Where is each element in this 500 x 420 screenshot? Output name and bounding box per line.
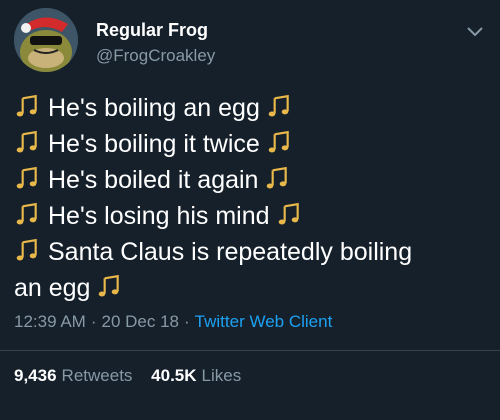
tweet-client-link[interactable]: Twitter Web Client: [195, 312, 333, 331]
music-note-icon: [266, 94, 292, 120]
tweet-line-text: He's boiling an egg: [48, 94, 260, 122]
music-note-icon: [276, 202, 302, 228]
tweet-line-text: He's boiling it twice: [48, 130, 260, 158]
music-note-icon: [14, 202, 40, 228]
likes-label: Likes: [201, 366, 242, 385]
tweet-line-text: He's boiled it again: [48, 166, 259, 194]
retweets-stat[interactable]: 9,436 Retweets: [14, 366, 132, 385]
tweet-line-text: an egg: [14, 274, 91, 302]
tweet-line-text: He's losing his mind: [48, 202, 270, 230]
meta-separator: ·: [184, 312, 190, 331]
frog-santa-avatar-icon: [14, 8, 78, 72]
tweet-card: Regular Frog @FrogCroakley He's boiling …: [0, 0, 500, 420]
tweet-stats: 9,436 Retweets 40.5K Likes: [14, 366, 241, 386]
music-note-icon: [264, 166, 290, 192]
tweet-line: He's boiling an egg: [14, 90, 486, 126]
music-note-icon: [14, 94, 40, 120]
retweets-count: 9,436: [14, 366, 57, 385]
tweet-time[interactable]: 12:39 AM: [14, 312, 86, 331]
author-handle[interactable]: @FrogCroakley: [96, 46, 215, 66]
divider: [0, 350, 500, 351]
tweet-text: He's boiling an egg He's boiling it twic…: [14, 90, 486, 306]
chevron-down-icon[interactable]: [466, 26, 484, 38]
tweet-meta: 12:39 AM · 20 Dec 18 · Twitter Web Client: [14, 312, 332, 332]
tweet-line-text: Santa Claus is repeatedly boiling: [48, 238, 413, 266]
tweet-line: He's boiling it twice: [14, 126, 486, 162]
tweet-date[interactable]: 20 Dec 18: [102, 312, 180, 331]
retweets-label: Retweets: [61, 366, 133, 385]
music-note-icon: [14, 238, 40, 264]
likes-count: 40.5K: [151, 366, 197, 385]
music-note-icon: [266, 130, 292, 156]
tweet-line: He's losing his mind: [14, 198, 486, 234]
music-note-icon: [96, 274, 122, 300]
tweet-line: He's boiled it again: [14, 162, 486, 198]
tweet-line: an egg: [14, 270, 486, 306]
meta-separator: ·: [90, 312, 97, 331]
author-name[interactable]: Regular Frog: [96, 20, 208, 41]
avatar[interactable]: [14, 8, 78, 72]
music-note-icon: [14, 130, 40, 156]
tweet-line: Santa Claus is repeatedly boiling: [14, 234, 486, 270]
likes-stat[interactable]: 40.5K Likes: [151, 366, 241, 385]
music-note-icon: [14, 166, 40, 192]
